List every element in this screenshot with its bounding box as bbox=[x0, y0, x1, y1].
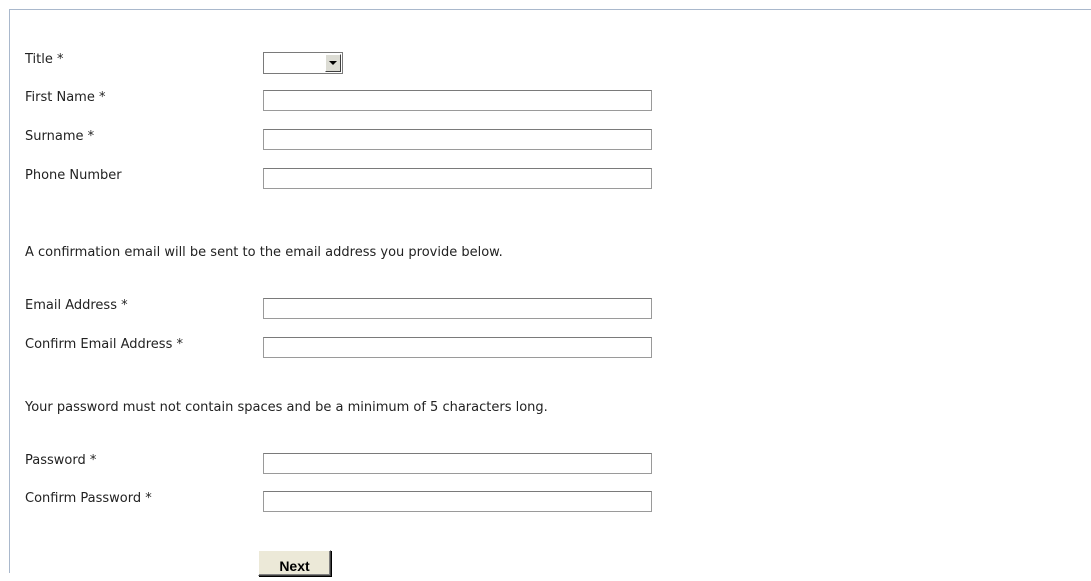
surname-field[interactable] bbox=[263, 129, 652, 150]
confirm-password-field[interactable] bbox=[263, 491, 652, 512]
password-field[interactable] bbox=[263, 453, 652, 474]
email-confirmation-note: A confirmation email will be sent to the… bbox=[25, 245, 503, 260]
first-name-label: First Name * bbox=[25, 90, 106, 105]
title-label: Title * bbox=[25, 52, 64, 67]
password-rules-note: Your password must not contain spaces an… bbox=[25, 400, 548, 415]
password-label: Password * bbox=[25, 453, 97, 468]
dropdown-arrow-button[interactable] bbox=[325, 54, 341, 72]
chevron-down-icon bbox=[329, 61, 337, 65]
surname-label: Surname * bbox=[25, 129, 95, 144]
next-button[interactable]: Next bbox=[258, 550, 331, 576]
title-select[interactable] bbox=[263, 52, 343, 74]
confirm-password-label: Confirm Password * bbox=[25, 491, 152, 506]
confirm-email-field[interactable] bbox=[263, 337, 652, 358]
confirm-email-label: Confirm Email Address * bbox=[25, 337, 183, 352]
first-name-field[interactable] bbox=[263, 90, 652, 111]
phone-number-field[interactable] bbox=[263, 168, 652, 189]
phone-number-label: Phone Number bbox=[25, 168, 122, 183]
email-address-field[interactable] bbox=[263, 298, 652, 319]
email-address-label: Email Address * bbox=[25, 298, 128, 313]
